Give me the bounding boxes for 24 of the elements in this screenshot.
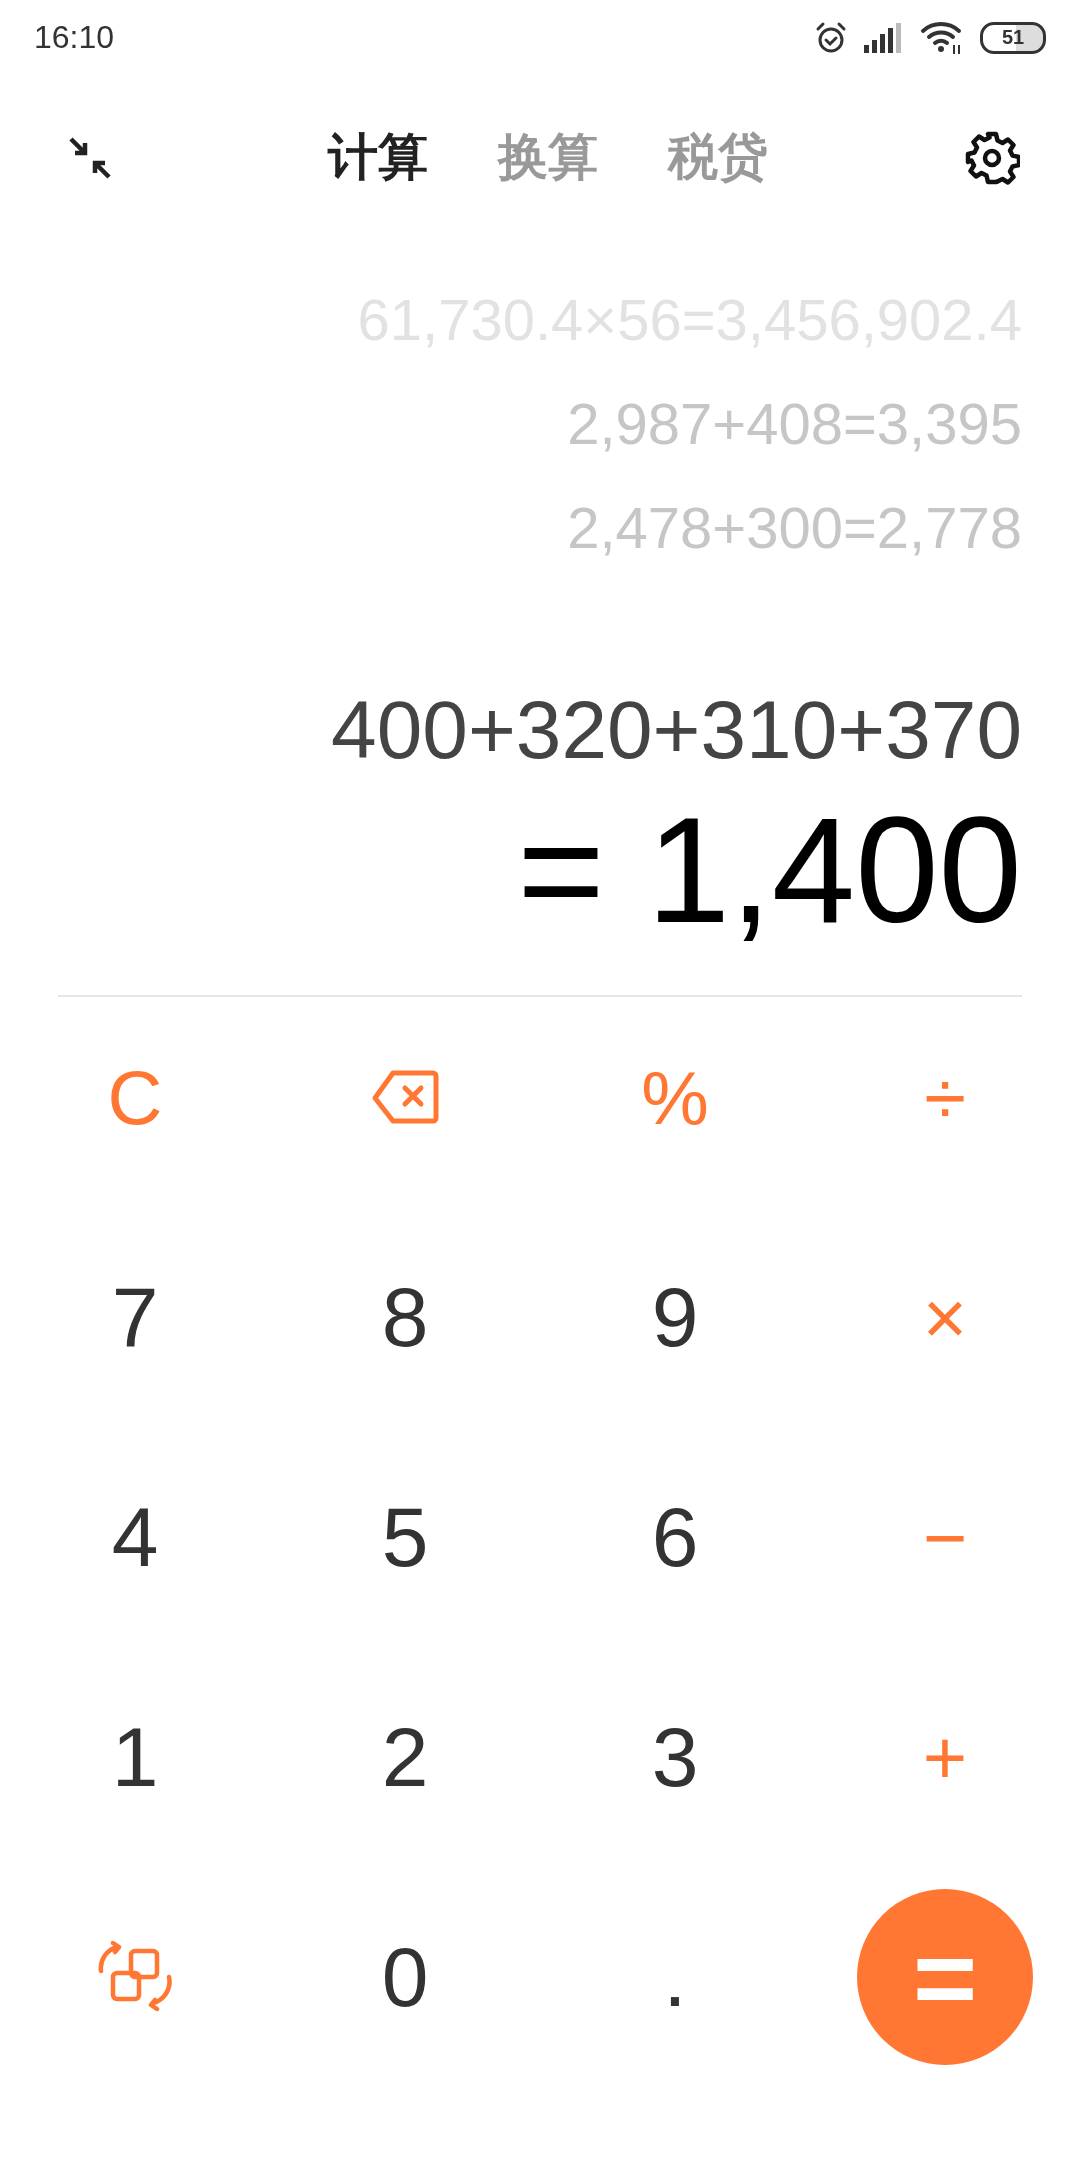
digit-key[interactable]: 4 [101, 1488, 169, 1586]
history-entry: 2,987+408=3,395 [567, 390, 1022, 458]
digit-key[interactable]: 5 [371, 1488, 439, 1586]
collapse-icon[interactable] [68, 135, 112, 180]
battery-indicator: 51 [980, 21, 1046, 54]
digit-key[interactable]: 1 [101, 1708, 169, 1806]
digit-key[interactable]: 8 [371, 1268, 439, 1366]
expression-text: 400+320+310+370 [331, 683, 1023, 777]
digit-key[interactable]: . [653, 1928, 697, 2026]
wifi-icon [920, 20, 964, 55]
digit-key[interactable]: 9 [641, 1268, 709, 1366]
digit-key[interactable]: 3 [641, 1708, 709, 1806]
signal-icon [864, 22, 904, 53]
digit-key[interactable]: 6 [641, 1488, 709, 1586]
digit-key[interactable]: 0 [371, 1928, 439, 2026]
alarm-icon [814, 20, 848, 55]
digit-key[interactable]: 7 [101, 1268, 169, 1366]
settings-icon[interactable] [964, 129, 1020, 186]
digit-key[interactable]: 2 [371, 1708, 439, 1806]
result-text: = 1,400 [517, 785, 1023, 955]
backspace-icon[interactable] [371, 1070, 439, 1124]
status-time: 16:10 [34, 19, 115, 56]
history-entry: 2,478+300=2,778 [567, 494, 1022, 562]
tab[interactable]: 计算 [328, 124, 428, 191]
